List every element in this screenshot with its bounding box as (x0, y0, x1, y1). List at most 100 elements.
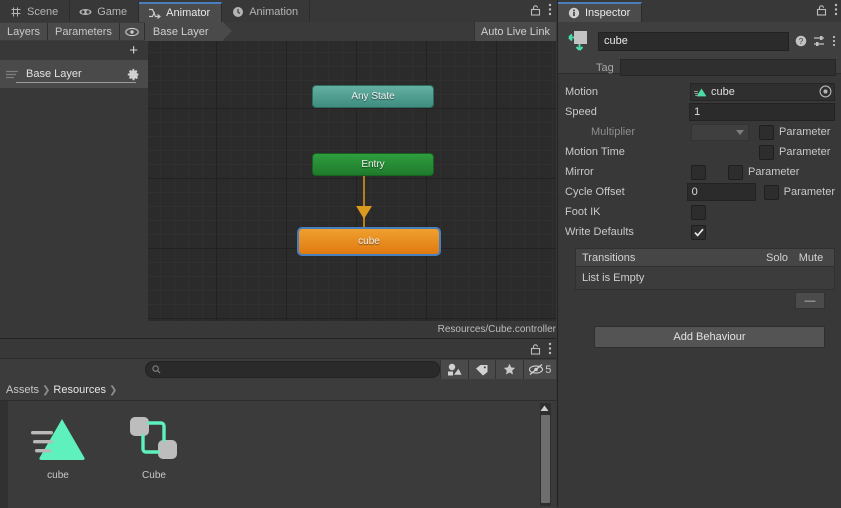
project-tabstrip (0, 339, 556, 359)
kebab-menu-icon[interactable] (834, 3, 838, 16)
tab-game[interactable]: Game (70, 1, 140, 22)
asset-item-cube-controller[interactable]: Cube (120, 415, 188, 481)
project-window-icons (530, 342, 552, 355)
animator-icon (148, 7, 162, 20)
auto-live-link-button[interactable]: Auto Live Link (473, 22, 556, 41)
motion-time-parameter-checkbox[interactable] (759, 144, 774, 160)
kebab-menu-icon[interactable] (832, 35, 836, 47)
write-defaults-label: Write Defaults (565, 226, 634, 238)
kebab-menu-icon[interactable] (548, 342, 552, 355)
tab-inspector[interactable]: Inspector (558, 2, 643, 22)
grid-major-lines (148, 41, 556, 321)
add-layer-button[interactable]: + (0, 41, 148, 60)
project-scrollbar-thumb[interactable] (541, 415, 550, 503)
add-behaviour-button[interactable]: Add Behaviour (594, 326, 825, 348)
layers-tab-button[interactable]: Layers (0, 23, 49, 40)
layer-row-base-layer[interactable]: Base Layer (0, 60, 148, 88)
speed-label: Speed (565, 106, 597, 118)
cycle-offset-input[interactable]: 0 (686, 183, 757, 201)
animator-breadcrumb-bar: Base Layer Auto Live Link (144, 22, 556, 41)
transitions-list: Transitions Solo Mute List is Empty (575, 248, 835, 290)
scroll-up-arrow-icon[interactable] (540, 405, 549, 412)
breadcrumb-base-layer[interactable]: Base Layer (144, 22, 232, 41)
motion-label: Motion (565, 86, 599, 98)
animator-tabstrip: Scene Game Animator Animation (0, 0, 556, 23)
breadcrumb-assets[interactable]: Assets (6, 384, 39, 396)
controller-path-label: Resources/Cube.controller (437, 324, 556, 335)
object-picker-icon[interactable] (819, 85, 832, 98)
search-input[interactable] (145, 361, 440, 378)
preset-icon[interactable] (813, 35, 826, 47)
asset-grid: cube Cube (0, 401, 556, 481)
breadcrumb-resources[interactable]: Resources (53, 384, 106, 396)
property-row-multiplier: Multiplier Parameter (565, 122, 835, 142)
kebab-menu-icon[interactable] (548, 3, 552, 16)
mirror-parameter-label: Parameter (748, 166, 800, 178)
mirror-checkbox[interactable] (691, 164, 706, 180)
foot-ik-checkbox[interactable] (691, 204, 706, 220)
asset-label-cube-clip: cube (47, 470, 69, 481)
graph-node-entry[interactable]: Entry (312, 153, 434, 176)
multiplier-label: Multiplier (591, 126, 636, 138)
transitions-mute-label: Mute (798, 251, 824, 264)
cycle-offset-parameter-checkbox[interactable] (764, 184, 779, 200)
cube-state-label: cube (358, 236, 380, 247)
layers-tab-label: Layers (7, 25, 41, 38)
tag-input[interactable] (619, 59, 836, 76)
transitions-list-body[interactable]: List is Empty (576, 267, 834, 289)
graph-footer: Resources/Cube.controller (148, 321, 561, 338)
label-filter-icon[interactable] (467, 360, 496, 379)
property-row-mirror: Mirror Parameter (565, 162, 835, 182)
multiplier-parameter-checkbox[interactable] (759, 124, 774, 140)
speed-input[interactable]: 1 (689, 103, 835, 121)
state-properties: Motion cube Speed 1 Multiplier Parameter… (558, 74, 841, 242)
hidden-eye-icon[interactable]: 5 (522, 360, 556, 379)
type-filter-icon[interactable] (439, 360, 468, 379)
foot-ik-label: Foot IK (565, 206, 601, 218)
animator-state-icon (566, 28, 592, 54)
hidden-count-label: 5 (545, 363, 552, 376)
clock-icon (231, 5, 244, 18)
property-row-write-defaults: Write Defaults (565, 222, 835, 242)
property-row-speed: Speed 1 (565, 102, 835, 122)
project-breadcrumb: Assets ❯ Resources ❯ (0, 380, 556, 401)
animator-controller-icon (128, 415, 180, 461)
cycle-offset-parameter-label: Parameter (783, 186, 835, 198)
property-row-motion: Motion cube (565, 82, 835, 102)
eye-icon[interactable] (119, 23, 145, 40)
inspector-tabstrip-filler (642, 1, 841, 22)
grid-icon (9, 5, 22, 18)
mirror-parameter-checkbox[interactable] (728, 164, 743, 180)
remove-transition-button[interactable]: — (795, 292, 825, 309)
help-icon[interactable]: ? (795, 35, 807, 47)
lock-icon[interactable] (530, 343, 541, 355)
tab-animation-label: Animation (249, 5, 299, 18)
layer-name-label: Base Layer (26, 68, 82, 80)
lock-icon[interactable] (816, 4, 827, 16)
chevron-down-icon (736, 129, 744, 135)
project-content[interactable]: cube Cube (0, 401, 556, 508)
write-defaults-checkbox[interactable] (691, 224, 706, 240)
graph-node-cube[interactable]: cube (297, 227, 441, 256)
unity-editor-window: Scene Game Animator Animation Layers Par… (0, 0, 841, 508)
animation-clip-icon (29, 415, 87, 461)
graph-node-any-state[interactable]: Any State (312, 85, 434, 108)
transition-edge-entry-to-cube[interactable] (363, 174, 365, 230)
parameters-tab-button[interactable]: Parameters (48, 23, 120, 40)
motion-object-field[interactable]: cube (690, 83, 835, 101)
project-panel: 5 Assets ❯ Resources ❯ cube Cube (0, 338, 556, 508)
tab-scene[interactable]: Scene (0, 1, 71, 22)
state-name-input[interactable]: cube (598, 31, 789, 51)
animator-state-graph[interactable]: Any State Entry cube (148, 41, 556, 321)
favorites-star-icon[interactable] (495, 360, 523, 379)
lock-icon[interactable] (530, 4, 541, 16)
tab-animator[interactable]: Animator (139, 2, 223, 22)
inspector-header: cube ? Tag (558, 22, 841, 76)
tab-animation[interactable]: Animation (222, 1, 311, 22)
gear-icon[interactable] (127, 68, 140, 81)
add-layer-label: + (129, 42, 138, 59)
multiplier-dropdown[interactable] (691, 123, 749, 141)
asset-item-cube-clip[interactable]: cube (24, 415, 92, 481)
property-row-cycle-offset: Cycle Offset 0 Parameter (565, 182, 835, 202)
breadcrumb-label: Base Layer (152, 25, 209, 38)
